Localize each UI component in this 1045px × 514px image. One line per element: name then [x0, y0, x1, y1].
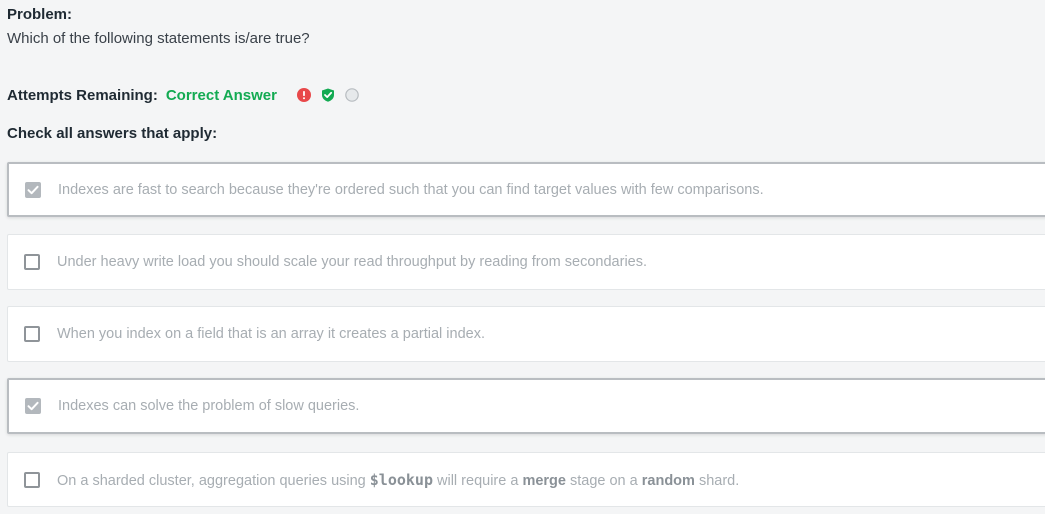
option-text: On a sharded cluster, aggregation querie…: [57, 471, 739, 489]
problem-label: Problem:: [7, 6, 73, 23]
checkbox-unchecked[interactable]: [24, 326, 40, 342]
attempts-row: Attempts Remaining: Correct Answer: [7, 85, 359, 105]
option-text-part: shard.: [694, 472, 740, 489]
error-icon: [297, 88, 311, 102]
option-text: When you index on a field that is an arr…: [57, 326, 485, 342]
emphasis-random: random: [641, 472, 695, 489]
question-text: Which of the following statements is/are…: [7, 30, 310, 47]
option-text: Indexes are fast to search because they'…: [58, 181, 764, 198]
option-text-part: will require a: [432, 472, 523, 489]
instructions: Check all answers that apply:: [7, 125, 218, 142]
checkbox-unchecked[interactable]: [24, 254, 40, 270]
attempt-status: Correct Answer: [165, 86, 277, 104]
emphasis-merge: merge: [522, 472, 566, 489]
shield-check-icon: [321, 88, 335, 102]
option-text-part: stage on a: [565, 472, 642, 489]
attempts-label: Attempts Remaining:: [7, 86, 158, 104]
checkbox-checked[interactable]: [25, 398, 41, 414]
empty-circle-icon: [345, 88, 359, 102]
attempt-status-icons: [297, 88, 359, 102]
answer-option[interactable]: Indexes are fast to search because they'…: [7, 162, 1045, 217]
answer-option[interactable]: On a sharded cluster, aggregation querie…: [7, 452, 1045, 507]
answer-option[interactable]: When you index on a field that is an arr…: [7, 306, 1045, 362]
option-text: Indexes can solve the problem of slow qu…: [58, 398, 360, 414]
answer-option[interactable]: Indexes can solve the problem of slow qu…: [7, 378, 1045, 434]
answer-option[interactable]: Under heavy write load you should scale …: [7, 234, 1045, 290]
option-text: Under heavy write load you should scale …: [57, 254, 648, 270]
checkbox-checked[interactable]: [25, 181, 41, 198]
checkbox-unchecked[interactable]: [24, 471, 40, 488]
option-text-part: On a sharded cluster, aggregation querie…: [57, 472, 370, 489]
code-lookup: $lookup: [369, 470, 433, 489]
